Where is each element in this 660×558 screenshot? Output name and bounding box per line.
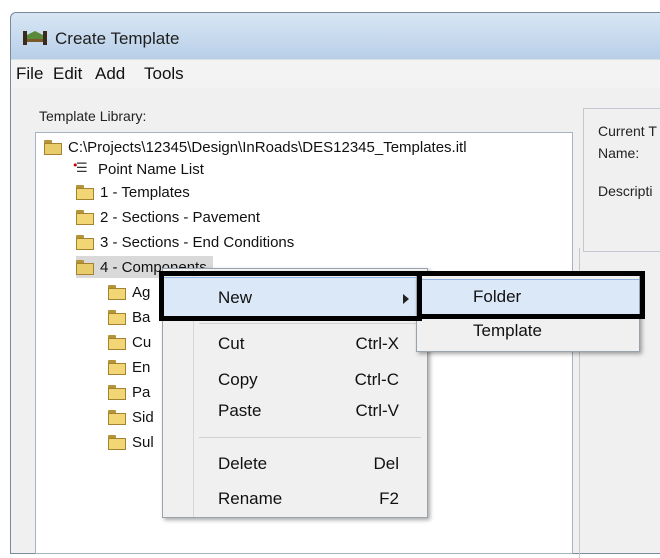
- tree-item-folder[interactable]: 2 - Sections - Pavement: [76, 206, 260, 228]
- tree-subitem-label: Ag: [132, 283, 151, 301]
- menu-item-label: Template: [473, 321, 542, 340]
- menu-separator: [199, 323, 421, 324]
- folder-icon: [76, 235, 94, 250]
- submenu-template[interactable]: Template: [417, 315, 639, 347]
- tree-subitem-folder[interactable]: Sid: [108, 406, 154, 428]
- window-title: Create Template: [55, 29, 180, 48]
- context-menu-copy[interactable]: Copy Ctrl-C: [163, 364, 427, 396]
- tree-item-label: 2 - Sections - Pavement: [100, 208, 261, 226]
- description-label: Descripti: [598, 183, 653, 199]
- folder-icon: [76, 210, 94, 225]
- menu-item-label: Cut: [218, 334, 245, 353]
- context-menu-cut[interactable]: Cut Ctrl-X: [163, 328, 427, 360]
- tree-item-label: 1 - Templates: [100, 183, 190, 201]
- current-template-group: Current T Name: Descripti: [583, 108, 660, 252]
- menu-item-shortcut: Ctrl-X: [355, 334, 399, 353]
- tree-item-point-name-list[interactable]: • ☰ Point Name List: [72, 158, 204, 180]
- tree-subitem-label: Cu: [132, 333, 152, 351]
- context-menu-delete[interactable]: Delete Del: [163, 448, 427, 480]
- annotation-box-folder: [417, 271, 645, 319]
- tree-root[interactable]: C:\Projects\12345\Design\InRoads\DES1234…: [44, 136, 467, 158]
- open-folder-icon: [44, 140, 62, 155]
- menu-item-label: Delete: [218, 454, 268, 473]
- menu-item-shortcut: Ctrl-C: [354, 370, 399, 389]
- folder-icon: [108, 410, 126, 425]
- tree-subitem-label: Pa: [132, 383, 151, 401]
- folder-icon: [108, 385, 126, 400]
- tree-subitem-folder[interactable]: Cu: [108, 331, 151, 353]
- folder-icon: [108, 435, 126, 450]
- open-folder-icon: [76, 260, 94, 275]
- tree-subitem-label: Ba: [132, 308, 151, 326]
- tree-subitem-folder[interactable]: En: [108, 356, 150, 378]
- menu-file[interactable]: File: [16, 64, 43, 84]
- menu-edit[interactable]: Edit: [53, 64, 82, 84]
- menu-item-label: Paste: [218, 401, 262, 420]
- title-bar[interactable]: Create Template: [11, 13, 660, 59]
- tree-subitem-folder[interactable]: Sul: [108, 431, 154, 453]
- menu-separator: [199, 437, 421, 438]
- menu-item-shortcut: F2: [379, 489, 399, 508]
- menu-item-label: Copy: [218, 370, 258, 389]
- menu-tools[interactable]: Tools: [144, 64, 184, 84]
- folder-icon: [108, 335, 126, 350]
- tree-item-folder[interactable]: 1 - Templates: [76, 181, 190, 203]
- menu-bar: File Edit Add Tools: [11, 59, 660, 89]
- tree-subitem-label: Sul: [132, 433, 154, 451]
- menu-item-shortcut: Ctrl-V: [355, 401, 399, 420]
- tree-item-folder[interactable]: 3 - Sections - End Conditions: [76, 231, 294, 253]
- menu-item-label: Rename: [218, 489, 283, 508]
- context-menu-rename[interactable]: Rename F2: [163, 483, 427, 515]
- folder-icon: [108, 360, 126, 375]
- tree-subitem-folder[interactable]: Pa: [108, 381, 150, 403]
- tree-subitem-folder[interactable]: Ba: [108, 306, 150, 328]
- tree-subitem-label: Sid: [132, 408, 154, 426]
- folder-icon: [108, 310, 126, 325]
- annotation-box-new: [159, 271, 422, 321]
- tree-root-label: C:\Projects\12345\Design\InRoads\DES1234…: [68, 138, 467, 156]
- tree-subitem-label: En: [132, 358, 151, 376]
- template-library-label: Template Library:: [39, 108, 147, 124]
- folder-icon: [76, 185, 94, 200]
- tree-subitem-folder[interactable]: Ag: [108, 281, 150, 303]
- menu-item-shortcut: Del: [373, 454, 399, 473]
- name-label: Name:: [598, 145, 640, 161]
- list-icon: • ☰: [72, 159, 88, 176]
- menu-add[interactable]: Add: [95, 64, 125, 84]
- folder-icon: [108, 285, 126, 300]
- tree-item-label: Point Name List: [98, 160, 204, 178]
- current-template-group-label: Current T: [598, 123, 657, 139]
- context-menu-paste[interactable]: Paste Ctrl-V: [163, 395, 427, 427]
- tree-item-label: 3 - Sections - End Conditions: [100, 233, 295, 251]
- template-app-icon: [23, 31, 47, 45]
